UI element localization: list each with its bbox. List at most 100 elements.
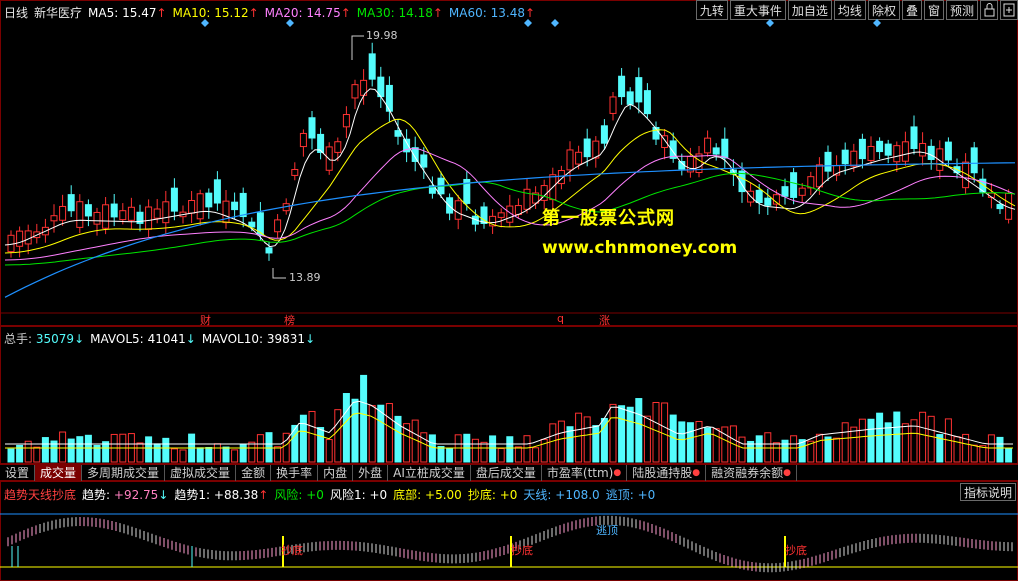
- candle-body: [248, 221, 256, 228]
- low-pointer: [272, 268, 286, 279]
- volume-bar: [514, 446, 522, 463]
- volume-bar: [824, 436, 832, 463]
- high-pointer: [351, 35, 364, 60]
- tab-turnover[interactable]: 换手率: [271, 465, 319, 481]
- volume-bar: [7, 448, 15, 463]
- volume-bar: [575, 412, 583, 463]
- tab-volume[interactable]: 成交量: [35, 465, 83, 481]
- candle-body: [67, 194, 75, 212]
- volume-bar: [299, 414, 307, 463]
- volume-bar: [265, 432, 273, 463]
- sky-reading: 天线: +108.0: [523, 488, 600, 502]
- candle-body: [84, 204, 92, 217]
- candle-body: [334, 141, 342, 153]
- volume-bar: [618, 405, 626, 463]
- event-diamond-icon: [524, 19, 532, 27]
- marker-q[interactable]: q: [557, 312, 564, 325]
- tab-multi-period-volume[interactable]: 多周期成交量: [82, 465, 166, 481]
- volume-bar: [489, 435, 497, 463]
- candle-body: [712, 147, 720, 155]
- candle-body: [523, 188, 531, 210]
- indicator-tabs: 设置 成交量 多周期成交量 虚拟成交量 金额 换手率 内盘 外盘 AI立桩成交量…: [0, 464, 1018, 481]
- candle-body: [127, 206, 135, 221]
- volume-bar: [747, 440, 755, 463]
- volume-bar: [893, 411, 901, 463]
- escape-reading: 逃顶: +0: [605, 488, 656, 502]
- candle-body: [16, 230, 24, 247]
- candle-body: [497, 212, 505, 218]
- candle-body: [919, 142, 927, 157]
- event-diamond-icon: [873, 19, 881, 27]
- volume-bar: [102, 441, 110, 463]
- volume-bar: [145, 436, 153, 463]
- indicator-chart[interactable]: [0, 501, 1018, 581]
- volume-bar: [635, 398, 643, 463]
- volume-bar: [471, 438, 479, 463]
- tab-virtual-volume[interactable]: 虚拟成交量: [165, 465, 237, 481]
- candle-body: [145, 206, 153, 230]
- tab-pe-ttm[interactable]: 市盈率(ttm)●: [542, 465, 628, 481]
- volume-bar: [136, 442, 144, 463]
- tab-inner-volume[interactable]: 内盘: [318, 465, 354, 481]
- candle-body: [764, 197, 772, 206]
- tab-northbound-holdings[interactable]: 陆股通持股●: [627, 465, 707, 481]
- volume-bar: [901, 423, 909, 463]
- indicator-name[interactable]: 趋势天线抄底: [4, 488, 76, 502]
- tab-outer-volume[interactable]: 外盘: [353, 465, 389, 481]
- volume-bar: [67, 438, 75, 463]
- candle-body: [721, 138, 729, 159]
- arrow-up-icon: ↑: [258, 488, 269, 502]
- candlestick-chart[interactable]: [0, 0, 1018, 326]
- candle-body: [901, 141, 909, 162]
- volume-bar: [41, 437, 49, 463]
- volume-bar: [884, 422, 892, 463]
- candle-body: [600, 125, 608, 144]
- tab-margin-balance[interactable]: 融资融券余额●: [706, 465, 797, 481]
- volume-bar: [712, 428, 720, 463]
- candle-body: [824, 151, 832, 172]
- volume-bar: [626, 406, 634, 463]
- star-icon: ●: [613, 468, 622, 478]
- tab-amount[interactable]: 金额: [236, 465, 272, 481]
- candle-body: [153, 208, 161, 219]
- candle-body: [790, 172, 798, 198]
- tab-after-hours-volume[interactable]: 盘后成交量: [471, 465, 542, 481]
- volume-bar: [970, 444, 978, 463]
- event-diamond-icon: [201, 19, 209, 27]
- volume-bar: [446, 447, 454, 463]
- candle-body: [867, 145, 875, 161]
- candle-body: [635, 77, 643, 103]
- indicator-help-button[interactable]: 指标说明: [959, 483, 1016, 501]
- volume-bar: [480, 441, 488, 463]
- low-price-label: 13.89: [289, 271, 321, 284]
- tab-settings[interactable]: 设置: [0, 465, 36, 481]
- candle-body: [93, 211, 101, 225]
- volume-bar: [1005, 447, 1013, 463]
- volume-bar: [231, 449, 239, 463]
- candle-body: [110, 203, 118, 218]
- candle-body: [893, 145, 901, 163]
- candle-body: [239, 192, 247, 218]
- volume-bar: [428, 434, 436, 463]
- candle-body: [308, 117, 316, 139]
- candle-body: [858, 138, 866, 160]
- candle-body: [643, 90, 651, 115]
- candle-body: [351, 84, 359, 99]
- volume-bar: [291, 424, 299, 463]
- candle-body: [102, 204, 110, 229]
- trend1-reading: 趋势1: +88.38↑: [174, 488, 269, 502]
- candle-body: [876, 140, 884, 153]
- volume-bar: [334, 409, 342, 463]
- volume-bar: [979, 445, 987, 463]
- volume-bar: [600, 417, 608, 463]
- volume-bar: [523, 435, 531, 463]
- volume-bar: [678, 421, 686, 463]
- candle-body: [274, 219, 282, 233]
- volume-chart[interactable]: [0, 326, 1018, 464]
- tab-ai-volume[interactable]: AI立桩成交量: [388, 465, 471, 481]
- volume-bar: [686, 422, 694, 463]
- chaodi-label: 抄底: [281, 544, 303, 557]
- volume-bar: [179, 449, 187, 463]
- candle-body: [927, 145, 935, 160]
- taoding-label: 逃顶: [596, 524, 618, 537]
